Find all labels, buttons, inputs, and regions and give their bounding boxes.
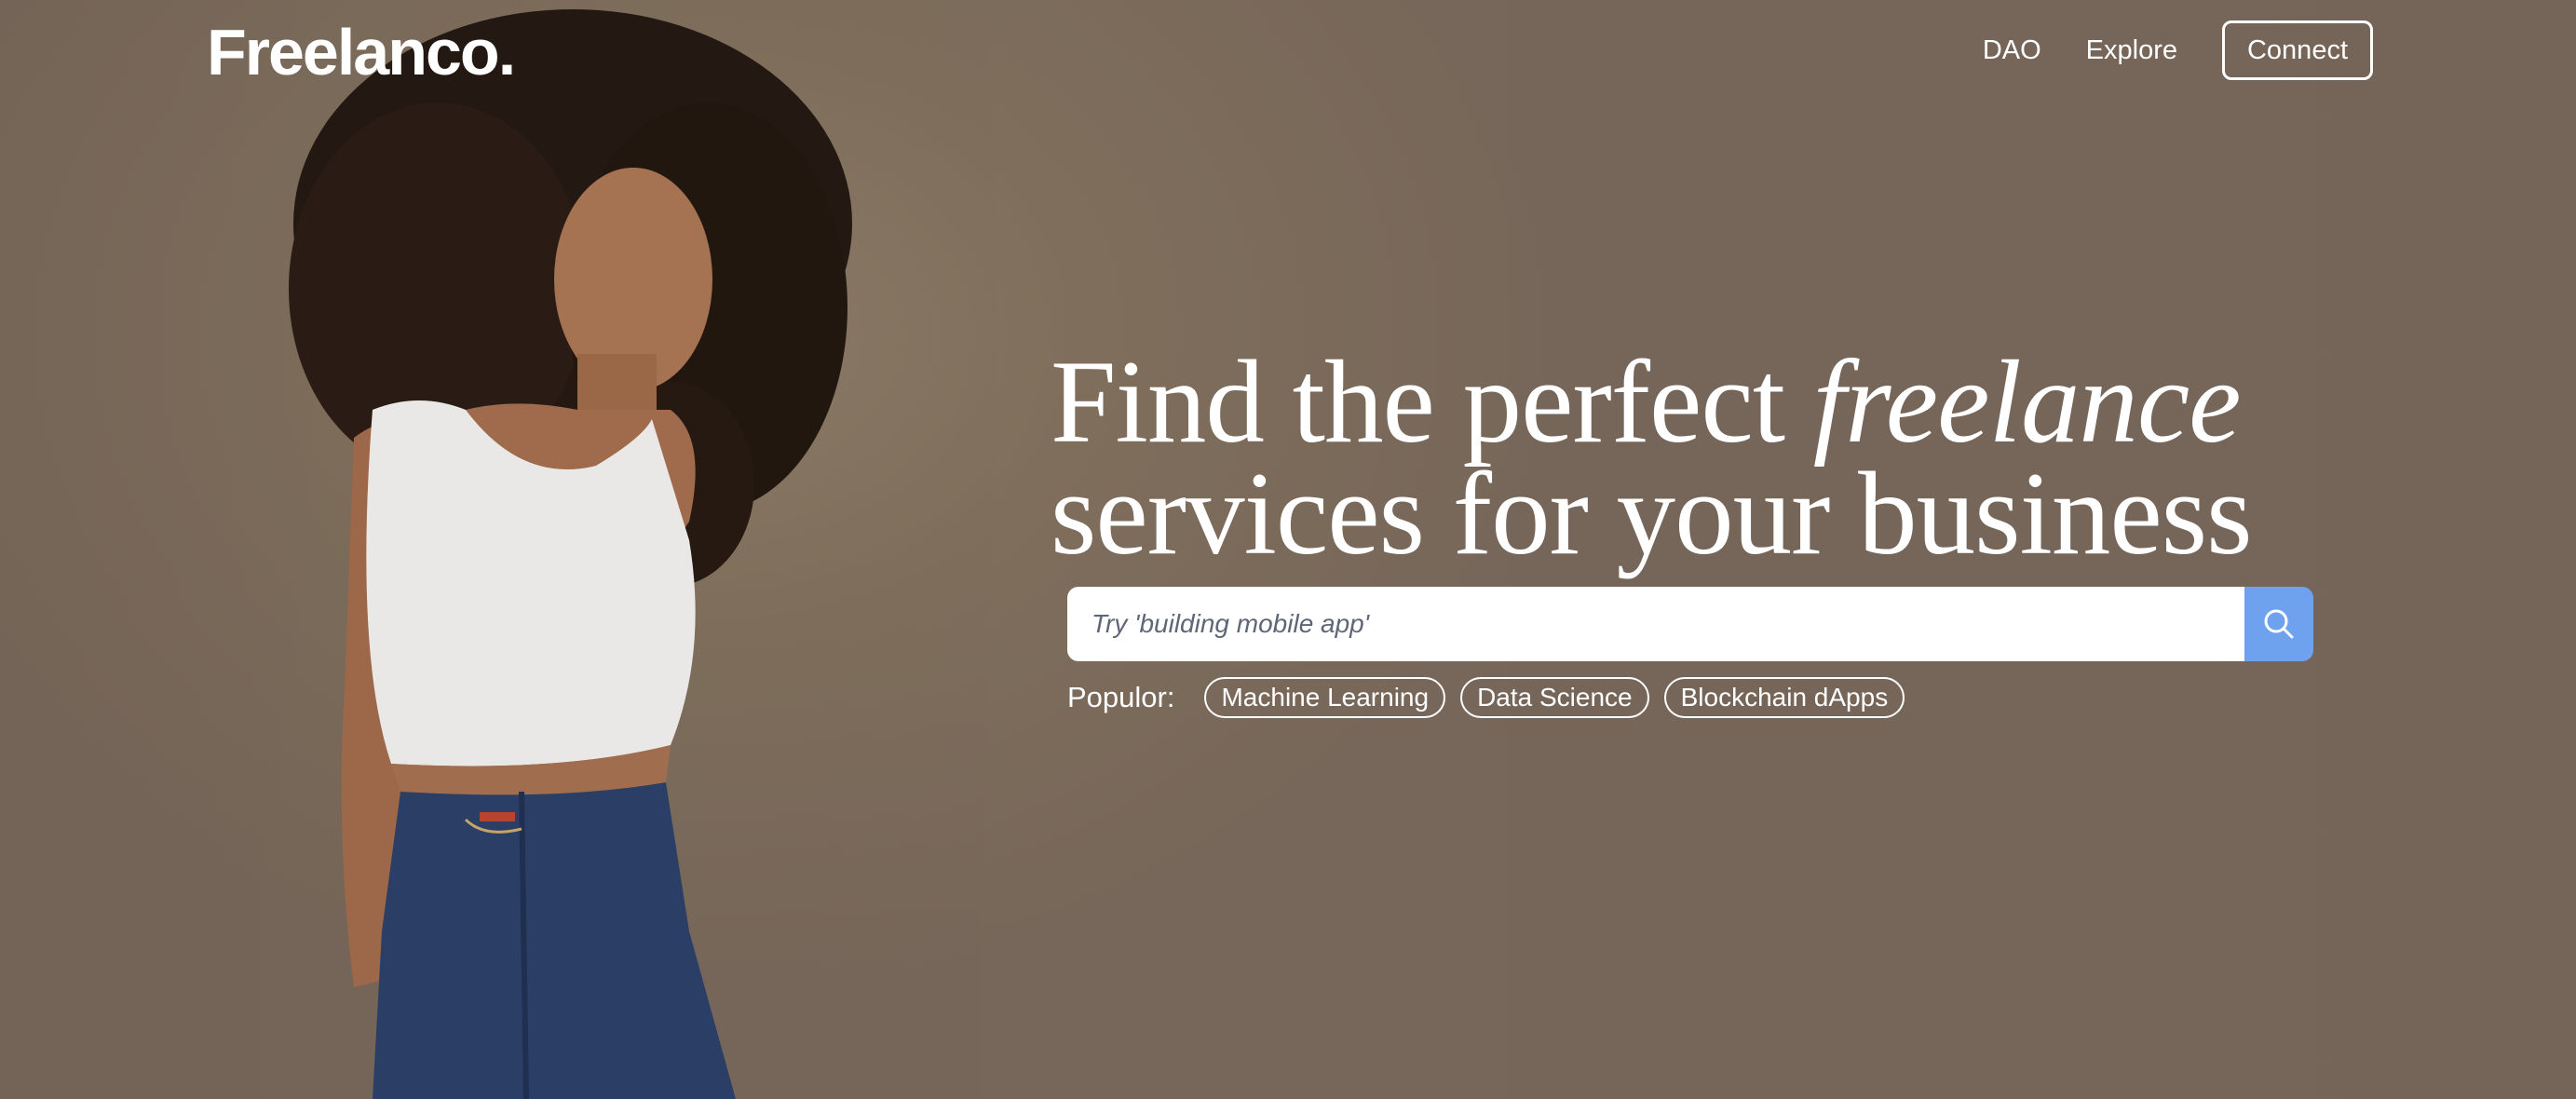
hero-person-image bbox=[289, 9, 852, 1099]
nav-dao-link[interactable]: DAO bbox=[1983, 35, 2041, 66]
search-input[interactable] bbox=[1067, 587, 2244, 661]
logo[interactable]: Freelanco. bbox=[207, 13, 516, 91]
search-bar bbox=[1067, 587, 2313, 661]
headline-italic-word: freelance bbox=[1812, 337, 2242, 468]
popular-label: Populor: bbox=[1067, 681, 1175, 713]
hero-headline: Find the perfect freelance services for … bbox=[1051, 344, 2253, 574]
top-nav: DAO Explore Connect bbox=[1983, 20, 2373, 80]
headline-part1: Find the perfect bbox=[1051, 337, 1813, 468]
popular-tag-machine-learning[interactable]: Machine Learning bbox=[1204, 677, 1446, 718]
connect-button[interactable]: Connect bbox=[2221, 20, 2373, 80]
popular-searches: Populor: Machine Learning Data Science B… bbox=[1067, 677, 1919, 718]
popular-tag-data-science[interactable]: Data Science bbox=[1460, 677, 1649, 718]
search-icon bbox=[2264, 609, 2294, 639]
nav-explore-link[interactable]: Explore bbox=[2086, 35, 2177, 66]
headline-line2: services for your business bbox=[1051, 449, 2253, 579]
popular-tag-blockchain-dapps[interactable]: Blockchain dApps bbox=[1663, 677, 1905, 718]
search-button[interactable] bbox=[2244, 587, 2313, 661]
